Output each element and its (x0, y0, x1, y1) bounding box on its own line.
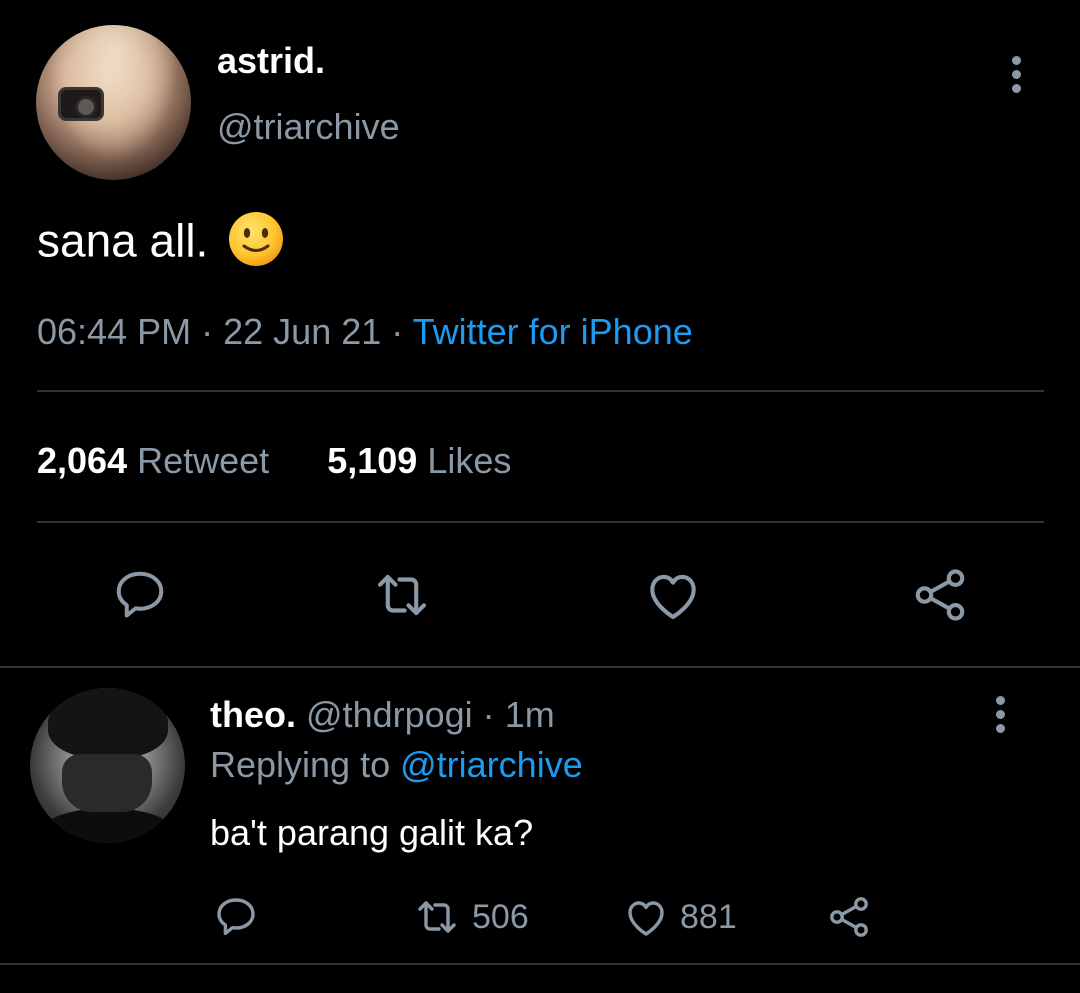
retweet-count-group[interactable]: 2,064 Retweet (37, 440, 279, 481)
more-options-icon[interactable] (1004, 56, 1028, 96)
retweet-label: Retweet (137, 440, 270, 481)
divider (37, 390, 1044, 392)
tweet-date[interactable]: 22 Jun 21 (223, 311, 381, 352)
author-display-name[interactable]: astrid. (217, 40, 325, 82)
author-handle[interactable]: @triarchive (217, 106, 400, 148)
like-label: Likes (427, 440, 512, 481)
reply-age[interactable]: 1m (505, 694, 555, 735)
avatar-photo (48, 688, 168, 758)
face-mask-in-photo (62, 754, 152, 812)
reply-text: ba't parang galit ka? (210, 812, 534, 853)
replying-to-label: Replying to (210, 744, 391, 785)
tweet-stats: 2,064 Retweet 5,109 Likes (37, 440, 511, 482)
retweet-button[interactable] (370, 563, 434, 627)
meta-separator: · (482, 694, 495, 735)
tweet-time: 06:44 PM (37, 311, 192, 352)
author-avatar[interactable] (36, 25, 191, 180)
reply-like-count: 881 (680, 897, 737, 936)
tweet-text: sana all. (37, 210, 285, 279)
divider (0, 963, 1080, 965)
reply-retweet-button[interactable]: 506 (410, 893, 529, 941)
share-icon (830, 897, 868, 937)
replying-to-handle-link[interactable]: @triarchive (400, 744, 583, 785)
reply-author-avatar[interactable] (30, 688, 185, 843)
reply-reply-button[interactable] (212, 893, 260, 941)
replying-to: Replying to @triarchive (210, 744, 583, 786)
like-count-group[interactable]: 5,109 Likes (327, 440, 511, 481)
camera-in-photo (58, 87, 104, 121)
avatar-photo (35, 808, 180, 843)
reply-retweet-count: 506 (472, 897, 529, 936)
reply-icon (116, 571, 164, 618)
retweet-icon (418, 901, 456, 933)
meta-separator: · (201, 311, 214, 352)
reply-icon (217, 898, 255, 936)
reply-author-display-name[interactable]: theo. (210, 694, 296, 735)
reply-button[interactable] (108, 563, 172, 627)
reply-header: theo. @thdrpogi · 1m (210, 694, 555, 736)
slightly-smiling-face-emoji (227, 210, 285, 279)
meta-separator: · (391, 311, 404, 352)
more-options-icon[interactable] (988, 696, 1012, 736)
like-count: 5,109 (327, 440, 418, 481)
tweet-source-link[interactable]: Twitter for iPhone (413, 311, 693, 352)
reply-author-handle[interactable]: @thdrpogi (306, 694, 473, 735)
like-button[interactable] (641, 563, 705, 627)
divider (37, 521, 1044, 523)
like-icon (650, 574, 696, 620)
retweet-count: 2,064 (37, 440, 128, 481)
retweet-icon (377, 574, 427, 616)
share-icon (915, 569, 965, 621)
divider (0, 666, 1080, 668)
like-icon (628, 901, 664, 936)
reply-like-button[interactable]: 881 (620, 893, 737, 941)
tweet-body: sana all. (37, 214, 209, 267)
reply-share-button[interactable] (824, 893, 874, 941)
tweet-meta: 06:44 PM · 22 Jun 21 · Twitter for iPhon… (37, 311, 693, 353)
share-button[interactable] (908, 563, 972, 627)
